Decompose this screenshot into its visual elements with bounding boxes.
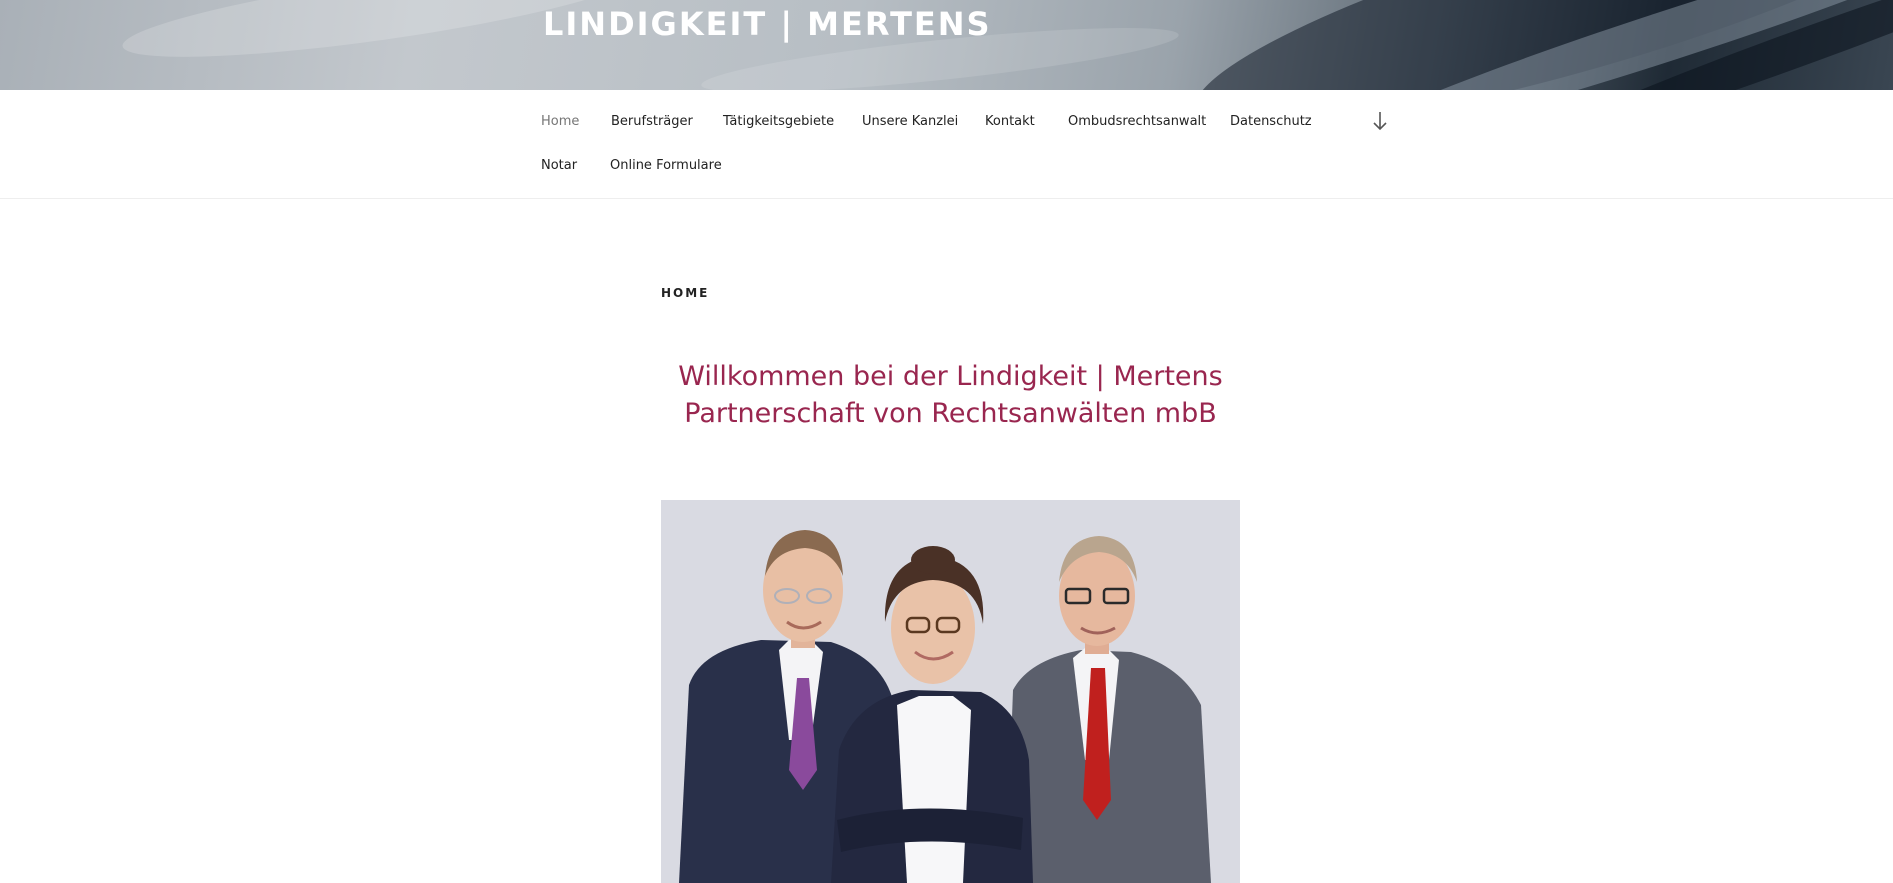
site-title[interactable]: LINDIGKEIT | MERTENS <box>543 4 992 44</box>
nav-item-online-formulare[interactable]: Online Formulare <box>610 157 722 175</box>
page-title: HOME <box>661 286 710 300</box>
nav-item-unsere-kanzlei[interactable]: Unsere Kanzlei <box>862 113 958 131</box>
header-banner: LINDIGKEIT | MERTENS <box>0 0 1893 90</box>
arrow-down-icon[interactable] <box>1371 110 1389 132</box>
nav-item-home[interactable]: Home <box>541 113 579 131</box>
nav-item-berufstraeger[interactable]: Berufsträger <box>611 113 693 131</box>
nav-item-datenschutz[interactable]: Datenschutz <box>1230 113 1312 131</box>
main-navigation: Home Berufsträger Tätigkeitsgebiete Unse… <box>0 90 1893 199</box>
nav-item-kontakt[interactable]: Kontakt <box>985 113 1035 131</box>
welcome-line-1: Willkommen bei der Lindigkeit | Mertens <box>678 361 1223 392</box>
nav-item-ombudsrechtsanwalt[interactable]: Ombudsrechtsanwalt <box>1068 113 1206 131</box>
team-photo <box>661 500 1240 883</box>
welcome-line-2: Partnerschaft von Rechtsanwälten mbB <box>684 398 1217 429</box>
welcome-heading: Willkommen bei der Lindigkeit | Mertens … <box>661 358 1240 432</box>
nav-item-taetigkeitsgebiete[interactable]: Tätigkeitsgebiete <box>723 113 834 131</box>
nav-item-notar[interactable]: Notar <box>541 157 577 175</box>
